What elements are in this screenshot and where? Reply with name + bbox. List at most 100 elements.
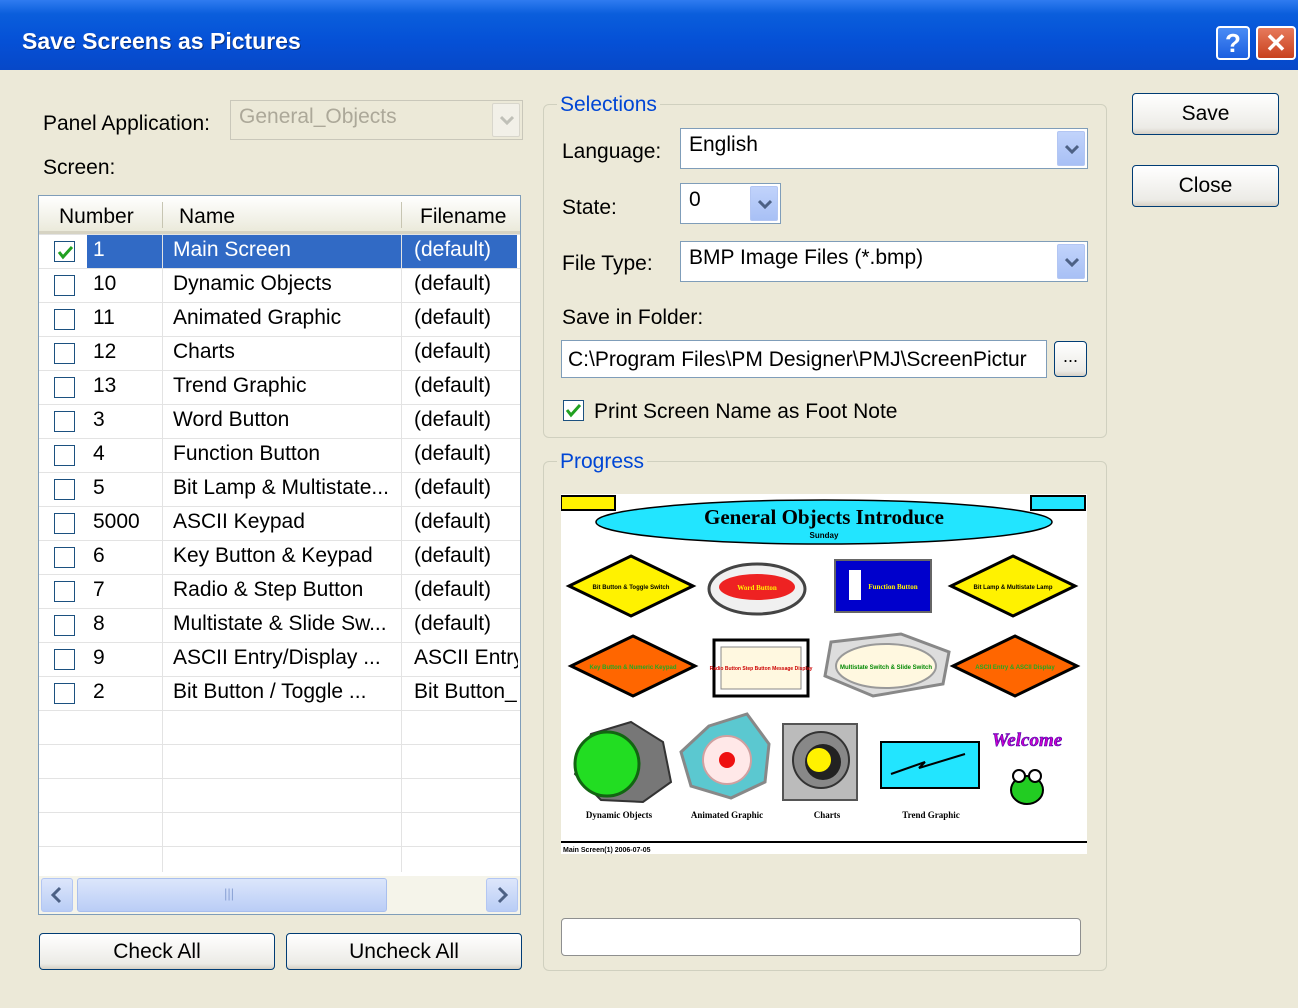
table-row[interactable]: 1 Main Screen (default) xyxy=(39,234,520,268)
progress-bar xyxy=(561,918,1081,956)
table-row[interactable]: 6 Key Button & Keypad (default) xyxy=(39,540,520,574)
tile-label-bit-button: Bit Button & Toggle Switch xyxy=(593,585,670,591)
row-checkbox[interactable] xyxy=(54,649,75,670)
screen-list[interactable]: Number Name Filename 1 Main Screen (defaul… xyxy=(38,195,521,915)
close-button[interactable]: Close xyxy=(1132,165,1279,207)
preview-heading: General Objects Introduce xyxy=(704,505,944,529)
cell-name: Trend Graphic xyxy=(173,374,307,397)
row-checkbox[interactable] xyxy=(54,581,75,602)
tile-label-ascii-entry: ASCII Entry & ASCII Display xyxy=(975,665,1055,671)
preview-subheading: Sunday xyxy=(810,531,839,540)
panel-application-select[interactable]: General_Objects xyxy=(230,100,523,140)
caption-trend-graphic: Trend Graphic xyxy=(902,810,959,820)
screen-preview-image: General Objects Introduce Sunday Bit But… xyxy=(561,494,1087,854)
chevron-down-icon[interactable] xyxy=(750,186,778,221)
cell-name: ASCII Entry/Display ... xyxy=(173,646,381,669)
tile-label-function-button: Function Button xyxy=(868,583,917,591)
tile-label-multistate-switch: Multistate Switch & Slide Switch xyxy=(840,665,932,671)
cell-name: Animated Graphic xyxy=(173,306,342,329)
cell-name: Main Screen xyxy=(173,238,291,261)
table-row[interactable]: 2 Bit Button / Toggle ... Bit Button_ xyxy=(39,676,520,710)
check-all-button[interactable]: Check All xyxy=(39,933,275,970)
file-type-value: BMP Image Files (*.bmp) xyxy=(689,246,924,269)
cell-number: 12 xyxy=(93,340,117,363)
table-row[interactable]: 13 Trend Graphic (default) xyxy=(39,370,520,404)
table-row[interactable]: 7 Radio & Step Button (default) xyxy=(39,574,520,608)
uncheck-all-button[interactable]: Uncheck All xyxy=(286,933,522,970)
row-checkbox[interactable] xyxy=(54,683,75,704)
chevron-down-icon[interactable] xyxy=(1057,131,1085,166)
caption-dynamic-objects: Dynamic Objects xyxy=(586,810,653,820)
table-row[interactable]: 9 ASCII Entry/Display ... ASCII Entry xyxy=(39,642,520,676)
cell-number: 10 xyxy=(93,272,117,295)
footnote-label[interactable]: Print Screen Name as Foot Note xyxy=(594,400,897,424)
cell-number: 5 xyxy=(93,476,105,499)
row-checkbox[interactable] xyxy=(54,615,75,636)
horizontal-scrollbar[interactable]: ||| xyxy=(39,876,520,914)
tile-label-radio-button: Radio Button Step Button Message Display xyxy=(710,666,813,672)
tile-label-key-button: Key Button & Numeric Keypad xyxy=(589,665,676,671)
cell-filename: (default) xyxy=(414,510,492,533)
cell-filename: (default) xyxy=(414,374,492,397)
cell-filename: (default) xyxy=(414,442,492,465)
scroll-thumb[interactable]: ||| xyxy=(77,878,387,912)
table-row[interactable]: 8 Multistate & Slide Sw... (default) xyxy=(39,608,520,642)
check-icon xyxy=(565,403,582,418)
chevron-down-icon[interactable] xyxy=(1057,244,1085,279)
cell-number: 5000 xyxy=(93,510,140,533)
row-checkbox[interactable] xyxy=(54,309,75,330)
language-value: English xyxy=(689,133,758,156)
browse-folder-button[interactable]: ... xyxy=(1054,341,1087,377)
table-row[interactable]: 3 Word Button (default) xyxy=(39,404,520,438)
cell-name: Multistate & Slide Sw... xyxy=(173,612,387,635)
scroll-right-button[interactable] xyxy=(486,878,518,912)
cell-filename: (default) xyxy=(414,612,492,635)
table-row[interactable]: 10 Dynamic Objects (default) xyxy=(39,268,520,302)
caption-charts: Charts xyxy=(814,810,841,820)
row-checkbox[interactable] xyxy=(54,445,75,466)
cell-name: Charts xyxy=(173,340,235,363)
table-row[interactable]: 11 Animated Graphic (default) xyxy=(39,302,520,336)
row-checkbox[interactable] xyxy=(54,377,75,398)
cell-name: Function Button xyxy=(173,442,321,465)
row-checkbox[interactable] xyxy=(54,547,75,568)
cell-filename: (default) xyxy=(414,340,492,363)
cell-filename: (default) xyxy=(414,408,492,431)
state-value: 0 xyxy=(689,188,701,211)
cell-number: 6 xyxy=(93,544,105,567)
state-select[interactable]: 0 xyxy=(680,183,781,224)
footnote-checkbox[interactable] xyxy=(563,400,584,421)
tile-label-bit-lamp: Bit Lamp & Multistate Lamp xyxy=(973,585,1052,591)
cell-number: 4 xyxy=(93,442,105,465)
save-folder-input[interactable]: C:\Program Files\PM Designer\PMJ\ScreenP… xyxy=(561,340,1047,378)
row-checkbox[interactable] xyxy=(54,513,75,534)
column-header-filename[interactable]: Filename xyxy=(420,205,506,229)
cell-number: 1 xyxy=(93,238,105,261)
column-header-name[interactable]: Name xyxy=(179,205,235,229)
cell-number: 3 xyxy=(93,408,105,431)
row-checkbox[interactable] xyxy=(54,411,75,432)
row-checkbox[interactable] xyxy=(54,479,75,500)
cell-name: ASCII Keypad xyxy=(173,510,305,533)
title-bar[interactable]: Save Screens as Pictures ? ✕ xyxy=(0,0,1298,70)
screen-label: Screen: xyxy=(43,156,116,179)
preview-footer: Main Screen(1) 2006-07-05 xyxy=(563,847,651,854)
scroll-left-button[interactable] xyxy=(41,878,73,912)
table-row[interactable]: 12 Charts (default) xyxy=(39,336,520,370)
cell-name: Bit Lamp & Multistate... xyxy=(173,476,389,499)
table-row[interactable]: 5 Bit Lamp & Multistate... (default) xyxy=(39,472,520,506)
help-button[interactable]: ? xyxy=(1216,26,1250,60)
row-checkbox[interactable] xyxy=(54,275,75,296)
cell-name: Dynamic Objects xyxy=(173,272,332,295)
save-folder-value: C:\Program Files\PM Designer\PMJ\ScreenP… xyxy=(568,348,1027,371)
row-checkbox[interactable] xyxy=(54,343,75,364)
language-select[interactable]: English xyxy=(680,128,1088,169)
row-checkbox[interactable] xyxy=(54,241,75,262)
table-row[interactable]: 4 Function Button (default) xyxy=(39,438,520,472)
table-row[interactable]: 5000 ASCII Keypad (default) xyxy=(39,506,520,540)
save-button[interactable]: Save xyxy=(1132,93,1279,135)
check-icon xyxy=(57,245,74,260)
column-header-number[interactable]: Number xyxy=(59,205,134,229)
file-type-select[interactable]: BMP Image Files (*.bmp) xyxy=(680,241,1088,282)
close-window-button[interactable]: ✕ xyxy=(1256,26,1296,60)
